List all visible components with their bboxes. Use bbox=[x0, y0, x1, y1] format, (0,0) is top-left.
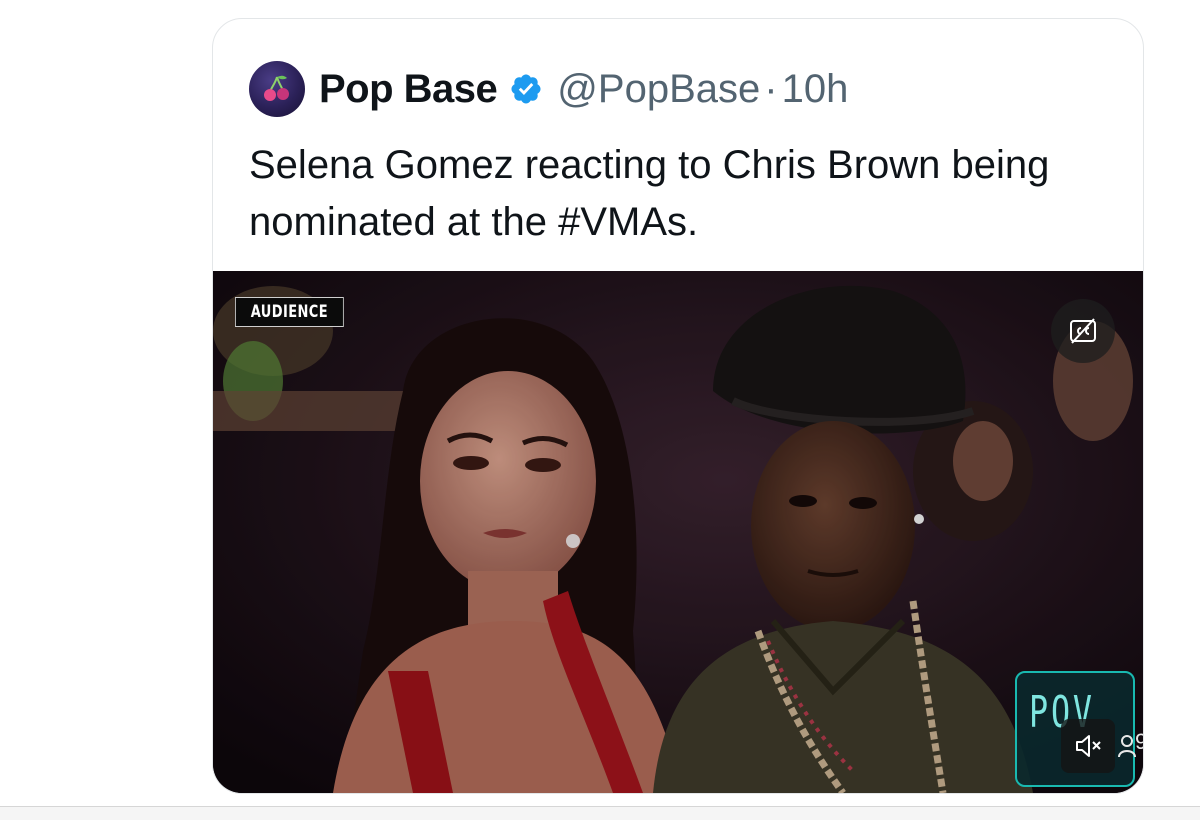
author-name[interactable]: Pop Base bbox=[319, 67, 498, 112]
timestamp[interactable]: 10h bbox=[782, 67, 849, 112]
bottom-strip bbox=[0, 807, 1200, 820]
author-handle[interactable]: @PopBase bbox=[557, 67, 760, 112]
captions-button[interactable] bbox=[1051, 299, 1115, 363]
tweet-text: Selena Gomez reacting to Chris Brown bei… bbox=[249, 143, 1050, 244]
audience-label: AUDIENCE bbox=[235, 297, 344, 327]
mute-icon bbox=[1076, 735, 1101, 757]
tweet-card[interactable]: Pop Base @PopBase · 10h Selena Gomez rea… bbox=[212, 18, 1144, 794]
person-icon bbox=[1118, 735, 1136, 758]
cherry-logo-icon bbox=[264, 75, 289, 101]
verified-badge-icon bbox=[511, 74, 541, 104]
avatar[interactable] bbox=[249, 61, 305, 117]
tweet-video[interactable]: AUDIENCE POV 9 bbox=[213, 271, 1143, 793]
cc-icon bbox=[1070, 318, 1096, 344]
separator-dot: · bbox=[764, 66, 778, 111]
view-count: 9 bbox=[1135, 729, 1143, 755]
tweet-header: Pop Base @PopBase · 10h bbox=[249, 61, 848, 117]
video-frame bbox=[213, 271, 1143, 793]
mute-button[interactable] bbox=[1061, 719, 1115, 773]
